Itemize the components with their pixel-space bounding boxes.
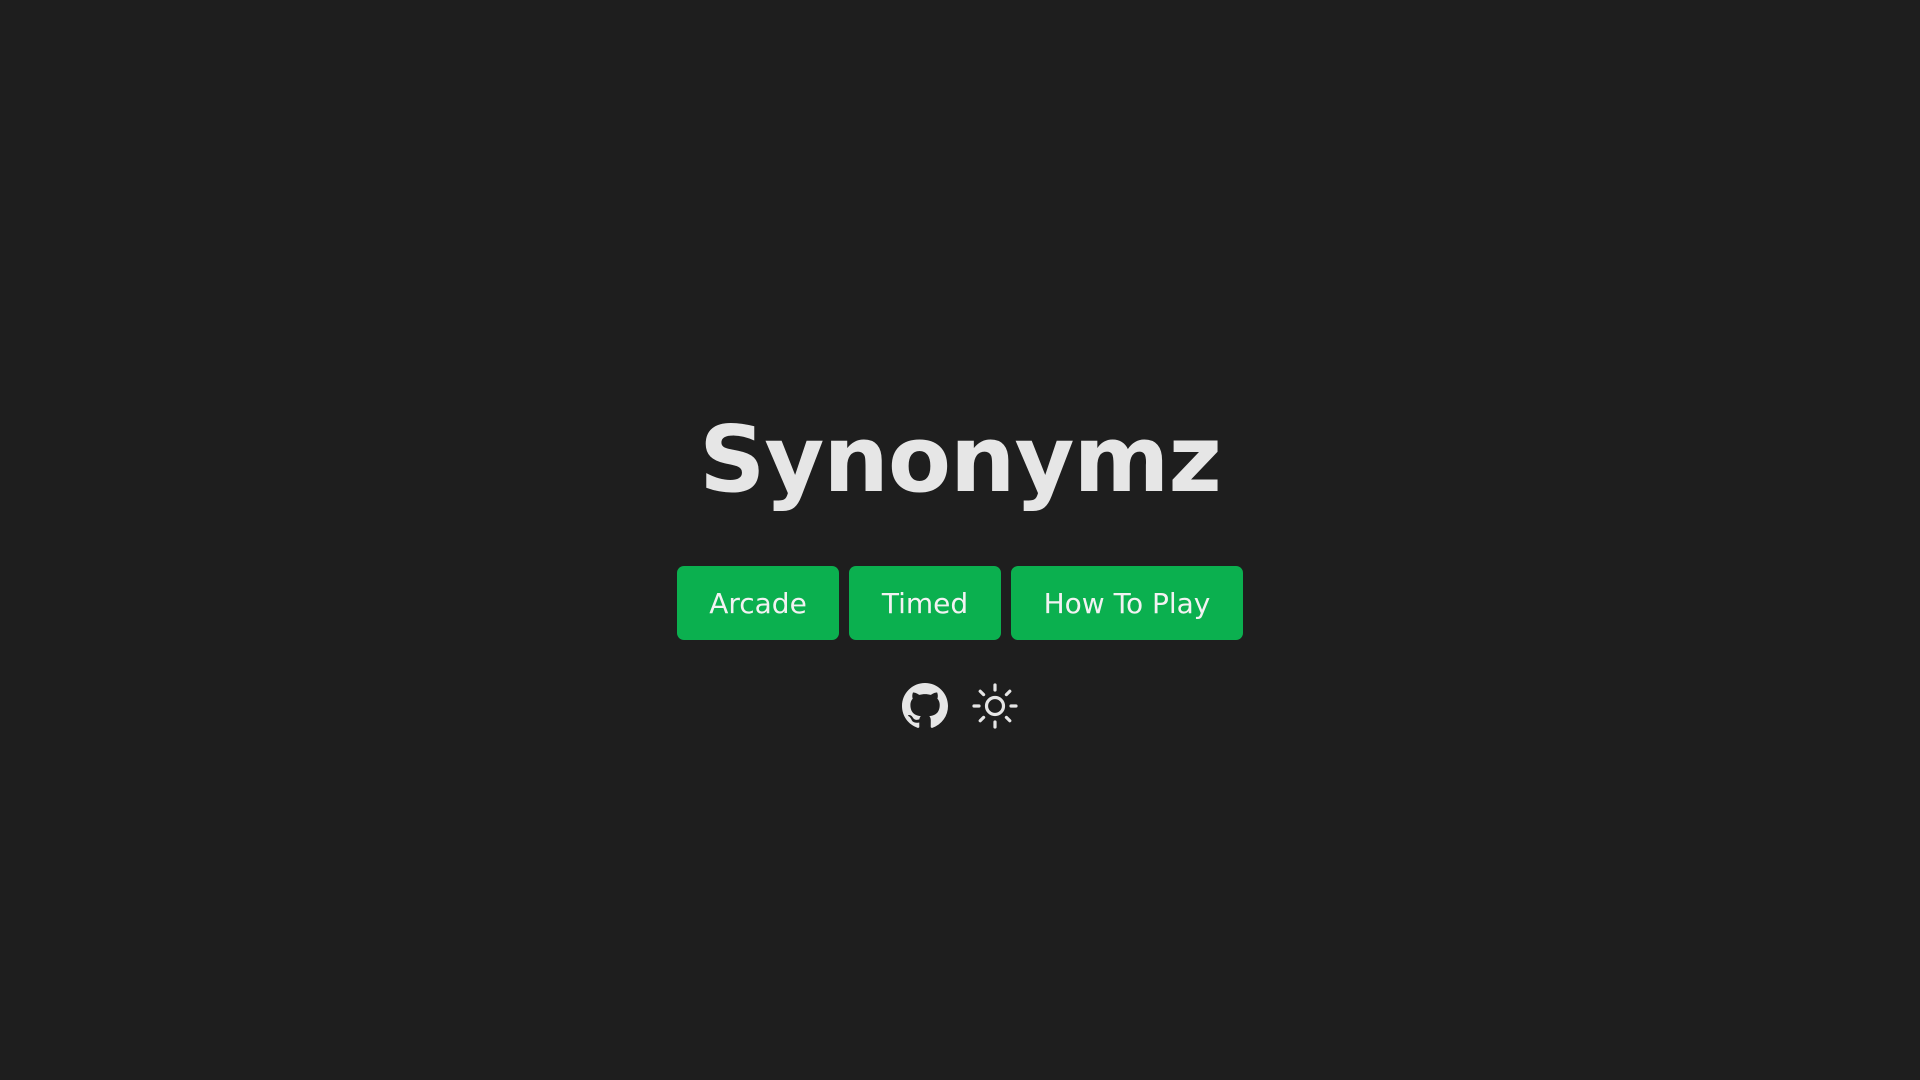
game-title: Synonymz bbox=[699, 406, 1222, 513]
how-to-play-button[interactable]: How To Play bbox=[1011, 566, 1243, 640]
mode-button-row: Arcade Timed How To Play bbox=[0, 566, 1920, 640]
github-icon bbox=[902, 683, 948, 728]
home-screen: Synonymz Arcade Timed How To Play bbox=[0, 0, 1920, 1080]
arcade-button[interactable]: Arcade bbox=[677, 566, 839, 640]
sun-icon bbox=[972, 683, 1018, 729]
icon-row bbox=[0, 682, 1920, 730]
github-link[interactable] bbox=[901, 682, 949, 730]
timed-button[interactable]: Timed bbox=[849, 566, 1001, 640]
theme-toggle[interactable] bbox=[971, 682, 1019, 730]
